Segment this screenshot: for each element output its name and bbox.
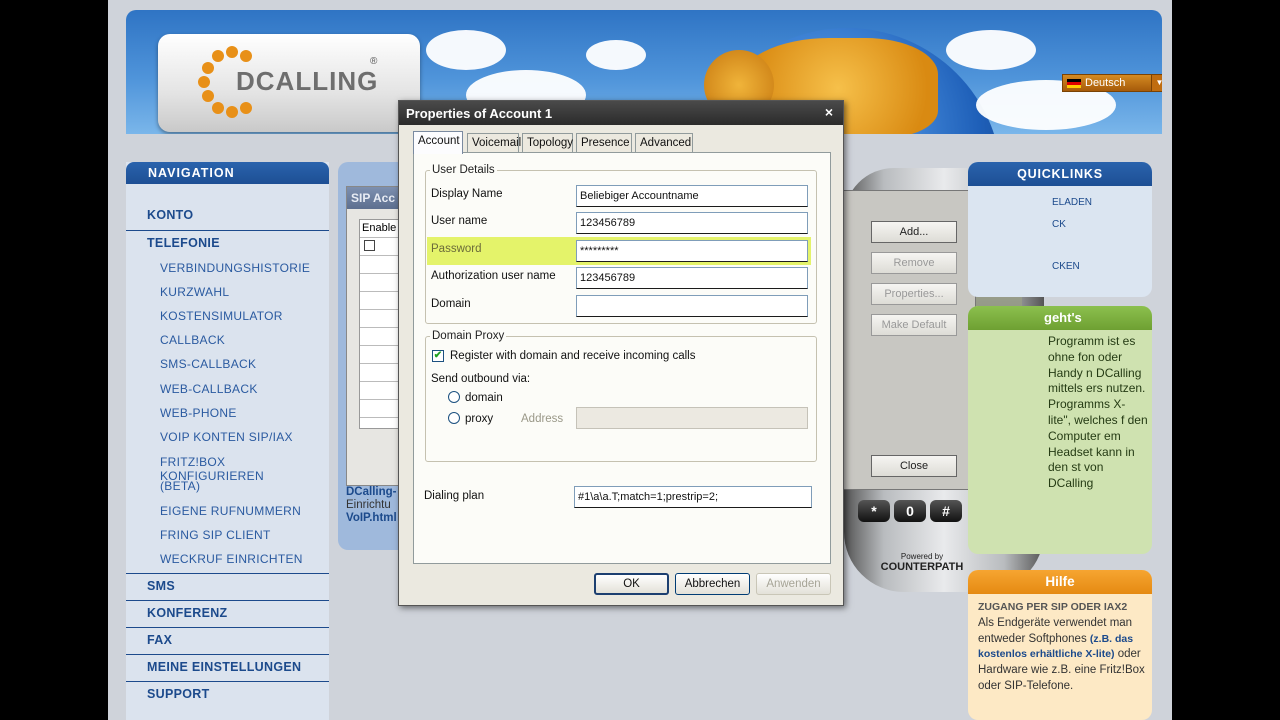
auth-user-input[interactable] bbox=[576, 267, 808, 289]
nav-item-konto[interactable]: KONTO bbox=[126, 208, 329, 222]
sip-info-line: DCalling- bbox=[346, 486, 397, 498]
help-heading: ZUGANG PER SIP ODER IAX2 bbox=[978, 601, 1128, 613]
close-icon[interactable]: × bbox=[825, 104, 833, 120]
close-window-button[interactable]: Close bbox=[871, 455, 957, 477]
nav-subitem[interactable]: (BETA) bbox=[160, 479, 200, 493]
outbound-domain-label: domain bbox=[465, 392, 503, 404]
dcalling-logo[interactable]: DCALLING ® bbox=[158, 34, 420, 132]
sip-account-settings-window: Add... Remove Properties... Make Default… bbox=[840, 190, 976, 490]
nav-subitem[interactable]: EIGENE RUFNUMMERN bbox=[160, 504, 301, 518]
domain-proxy-legend: Domain Proxy bbox=[432, 330, 505, 342]
sip-info-line: Einrichtu bbox=[346, 499, 391, 511]
language-value: Deutsch bbox=[1085, 77, 1126, 89]
quicklinks-title: QUICKLINKS bbox=[968, 162, 1152, 186]
account-enable-checkbox[interactable] bbox=[364, 240, 375, 251]
tab-presence[interactable]: Presence bbox=[576, 133, 632, 153]
quicklink-item[interactable]: CK bbox=[1052, 219, 1066, 230]
nav-subitem[interactable]: SMS-CALLBACK bbox=[160, 357, 256, 371]
add-account-button[interactable]: Add... bbox=[871, 221, 957, 243]
auth-user-label: Authorization user name bbox=[431, 270, 556, 282]
nav-subitem[interactable]: KOSTENSIMULATOR bbox=[160, 309, 283, 323]
outbound-proxy-radio[interactable] bbox=[448, 412, 460, 424]
outbound-domain-radio[interactable] bbox=[448, 391, 460, 403]
cloud-decoration bbox=[586, 40, 646, 70]
navigation-title: NAVIGATION bbox=[126, 162, 329, 184]
language-select[interactable]: Deutsch ▼ bbox=[1062, 74, 1162, 92]
quicklink-item[interactable]: CKEN bbox=[1052, 261, 1080, 272]
proxy-address-input[interactable] bbox=[576, 407, 808, 429]
display-name-input[interactable] bbox=[576, 185, 808, 207]
nav-item-support[interactable]: SUPPORT bbox=[126, 681, 329, 701]
nav-item-meine-einstellungen[interactable]: MEINE EINSTELLUNGEN bbox=[126, 654, 329, 674]
tab-voicemail[interactable]: Voicemail bbox=[467, 133, 521, 153]
register-label: Register with domain and receive incomin… bbox=[450, 350, 696, 362]
dialing-plan-label: Dialing plan bbox=[424, 490, 485, 502]
nav-subitem[interactable]: FRING SIP CLIENT bbox=[160, 528, 271, 542]
info-box-title: geht's bbox=[968, 306, 1152, 330]
nav-subitem[interactable]: CALLBACK bbox=[160, 333, 225, 347]
dialing-plan-input[interactable] bbox=[574, 486, 812, 508]
key-hash[interactable]: # bbox=[930, 500, 962, 522]
address-label: Address bbox=[521, 413, 564, 425]
counterpath-brand: Powered by COUNTERPATH bbox=[872, 552, 972, 573]
tab-account[interactable]: Account bbox=[413, 131, 463, 154]
key-zero[interactable]: 0 bbox=[894, 500, 926, 522]
apply-button[interactable]: Anwenden bbox=[756, 573, 831, 595]
tab-advanced[interactable]: Advanced bbox=[635, 133, 693, 153]
make-default-button[interactable]: Make Default bbox=[871, 314, 957, 336]
nav-subitem[interactable]: WEB-PHONE bbox=[160, 406, 237, 420]
chevron-down-icon: ▼ bbox=[1151, 75, 1162, 91]
logo-registered-mark: ® bbox=[370, 56, 378, 67]
logo-text: DCALLING bbox=[236, 66, 379, 96]
info-box-text: Programm ist es ohne fon oder Handy n DC… bbox=[1048, 334, 1148, 491]
password-input[interactable] bbox=[576, 240, 808, 262]
user-name-label: User name bbox=[431, 215, 488, 227]
dialog-title: Properties of Account 1 bbox=[406, 106, 553, 121]
cloud-decoration bbox=[426, 30, 506, 70]
enable-column-header: Enable bbox=[362, 222, 397, 234]
nav-item-fax[interactable]: FAX bbox=[126, 627, 329, 647]
sip-info-text: DCalling- Einrichtu VoIP.html bbox=[346, 486, 397, 525]
dialog-title-bar[interactable]: Properties of Account 1 × bbox=[399, 101, 843, 125]
quicklinks-box: QUICKLINKS ELADEN CK CKEN bbox=[968, 162, 1152, 297]
account-properties-button[interactable]: Properties... bbox=[871, 283, 957, 305]
ok-button[interactable]: OK bbox=[594, 573, 669, 595]
domain-label: Domain bbox=[431, 298, 471, 310]
help-title: Hilfe bbox=[968, 570, 1152, 594]
brand-powered-by: Powered by bbox=[900, 552, 944, 561]
user-name-input[interactable] bbox=[576, 212, 808, 234]
password-label: Password bbox=[431, 243, 482, 255]
user-details-legend: User Details bbox=[432, 164, 495, 176]
cancel-button[interactable]: Abbrechen bbox=[675, 573, 750, 595]
nav-item-konferenz[interactable]: KONFERENZ bbox=[126, 600, 329, 620]
cloud-decoration bbox=[946, 30, 1036, 70]
outbound-proxy-label: proxy bbox=[465, 413, 494, 425]
info-box: geht's Programm ist es ohne fon oder Han… bbox=[968, 306, 1152, 554]
nav-subitem[interactable]: WEB-CALLBACK bbox=[160, 382, 258, 396]
german-flag-icon bbox=[1067, 79, 1081, 88]
tab-topology[interactable]: Topology bbox=[522, 133, 573, 153]
sip-info-link[interactable]: VoIP.html bbox=[346, 512, 397, 525]
nav-subitem[interactable]: KURZWAHL bbox=[160, 285, 229, 299]
help-body: ZUGANG PER SIP ODER IAX2 Als Endgeräte v… bbox=[978, 600, 1148, 695]
remove-account-button[interactable]: Remove bbox=[871, 252, 957, 274]
brand-name: COUNTERPATH bbox=[880, 561, 964, 573]
domain-input[interactable] bbox=[576, 295, 808, 317]
help-box: Hilfe ZUGANG PER SIP ODER IAX2 Als Endge… bbox=[968, 570, 1152, 720]
nav-item-telefonie[interactable]: TELEFONIE bbox=[126, 230, 329, 250]
key-star[interactable]: * bbox=[858, 500, 890, 522]
register-checkbox[interactable]: ✔ bbox=[432, 350, 444, 362]
nav-subitem[interactable]: VERBINDUNGSHISTORIE bbox=[160, 261, 310, 275]
nav-subitem[interactable]: WECKRUF EINRICHTEN bbox=[160, 552, 303, 566]
send-outbound-label: Send outbound via: bbox=[431, 373, 531, 385]
display-name-label: Display Name bbox=[431, 188, 503, 200]
account-properties-dialog: Properties of Account 1 × Account Voicem… bbox=[398, 100, 844, 606]
nav-subitem[interactable]: VOIP KONTEN SIP/IAX bbox=[160, 430, 293, 444]
quicklink-item[interactable]: ELADEN bbox=[1052, 197, 1092, 208]
navigation-sidebar: NAVIGATION KONTO TELEFONIE VERBINDUNGSHI… bbox=[126, 162, 329, 720]
nav-item-sms[interactable]: SMS bbox=[126, 573, 329, 593]
